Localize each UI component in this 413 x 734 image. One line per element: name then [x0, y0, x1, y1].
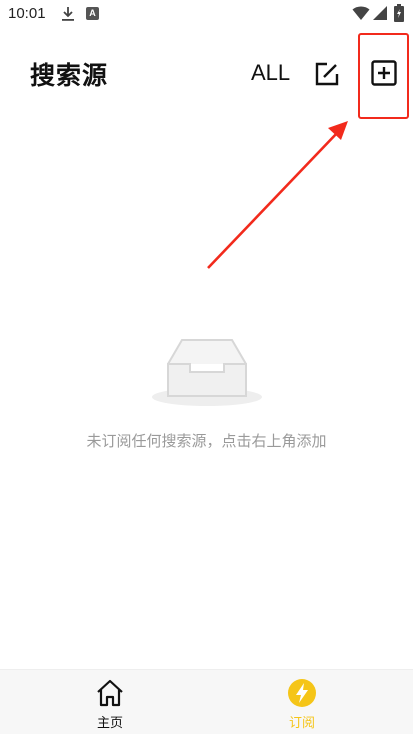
bottom-nav: 主页 订阅 [0, 669, 413, 734]
lightning-icon [288, 679, 316, 707]
nav-item-home[interactable]: 主页 [80, 678, 140, 731]
annotation-highlight-box [358, 33, 409, 119]
app-header: 搜索源 ALL [0, 40, 413, 110]
all-button[interactable]: ALL [251, 60, 290, 86]
download-icon [62, 7, 74, 21]
empty-inbox-icon [152, 339, 262, 406]
nav-label-subscribe: 订阅 [288, 716, 315, 731]
nav-label-home: 主页 [96, 716, 123, 731]
empty-state-message: 未订阅任何搜索源，点击右上角添加 [86, 432, 327, 450]
status-time: 10:01 [8, 5, 46, 22]
wifi-icon [352, 6, 370, 20]
edit-icon[interactable] [313, 60, 341, 88]
home-icon [97, 679, 123, 707]
battery-icon [394, 4, 404, 22]
page-title: 搜索源 [30, 61, 109, 90]
signal-icon [373, 6, 387, 20]
notification-badge-icon: A [86, 7, 99, 20]
status-bar: 10:01 A [0, 0, 413, 28]
nav-item-subscribe[interactable]: 订阅 [272, 678, 332, 731]
